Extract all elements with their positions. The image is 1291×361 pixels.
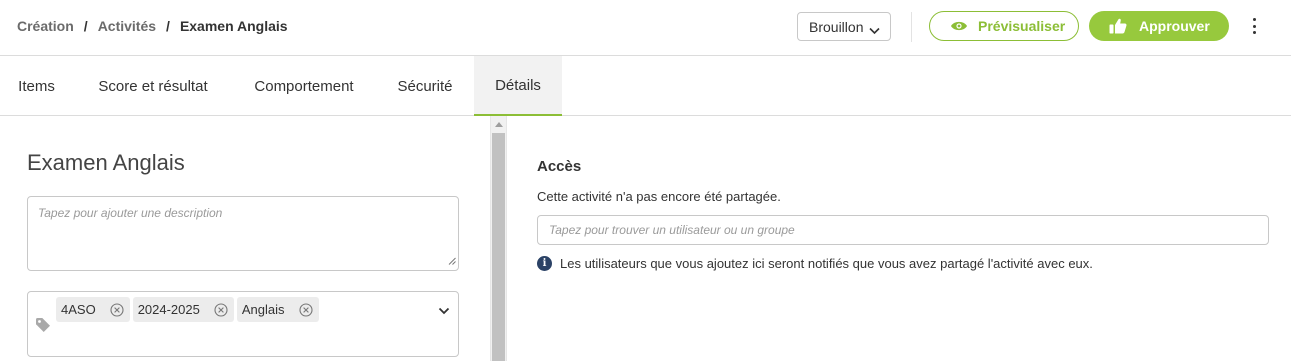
access-info-text: Les utilisateurs que vous ajoutez ici se… — [560, 256, 1093, 271]
tab-items[interactable]: Items — [0, 56, 73, 116]
chevron-down-icon — [869, 22, 880, 38]
tag-list: 4ASO 2024-2025 Anglais — [56, 297, 322, 322]
breadcrumb: Création / Activités / Examen Anglais — [17, 18, 288, 34]
remove-tag-icon[interactable] — [214, 302, 228, 317]
status-dropdown-value: Brouillon — [809, 18, 864, 35]
remove-tag-icon[interactable] — [298, 302, 313, 317]
tab-score-resultat[interactable]: Score et résultat — [73, 56, 233, 116]
preview-button-label: Prévisualiser — [978, 18, 1066, 34]
description-textarea[interactable]: Tapez pour ajouter une description — [27, 196, 459, 271]
details-panel: Examen Anglais Tapez pour ajouter une de… — [0, 116, 490, 361]
activity-title[interactable]: Examen Anglais — [27, 150, 185, 176]
tags-field[interactable]: 4ASO 2024-2025 Anglais — [27, 291, 459, 357]
tab-details[interactable]: Détails — [474, 56, 562, 116]
access-status-text: Cette activité n'a pas encore été partag… — [537, 189, 781, 204]
tag-chip: Anglais — [236, 297, 319, 322]
tag-label: 4ASO — [61, 302, 96, 317]
access-info-message: i Les utilisateurs que vous ajoutez ici … — [537, 256, 1093, 271]
remove-tag-icon[interactable] — [110, 302, 124, 317]
tab-securite-label: Sécurité — [397, 77, 453, 95]
tag-label: Anglais — [241, 302, 285, 317]
header-divider — [911, 12, 912, 42]
vertical-scrollbar[interactable] — [490, 116, 507, 361]
scrollbar-thumb[interactable] — [492, 133, 505, 361]
breadcrumb-separator: / — [83, 18, 88, 34]
tab-score-resultat-label: Score et résultat — [98, 77, 208, 95]
preview-button[interactable]: Prévisualiser — [929, 11, 1079, 41]
tab-bar: Items Score et résultat Comportement Séc… — [0, 56, 1291, 116]
breadcrumb-item-activites[interactable]: Activités — [98, 18, 156, 34]
eye-icon — [950, 20, 968, 32]
user-group-search-input[interactable]: Tapez pour trouver un utilisateur ou un … — [537, 215, 1269, 245]
breadcrumb-item-current: Examen Anglais — [179, 18, 288, 34]
description-placeholder: Tapez pour ajouter une description — [38, 206, 223, 220]
approve-button-label: Approuver — [1139, 18, 1210, 34]
status-dropdown[interactable]: Brouillon — [797, 12, 891, 41]
breadcrumb-item-creation[interactable]: Création — [17, 18, 74, 34]
user-search-placeholder: Tapez pour trouver un utilisateur ou un … — [549, 223, 795, 237]
scroll-up-arrow-icon[interactable] — [495, 122, 503, 127]
thumbs-up-icon — [1109, 18, 1127, 34]
tag-chip: 2024-2025 — [132, 297, 234, 322]
tab-items-label: Items — [18, 77, 55, 95]
tab-comportement-label: Comportement — [254, 77, 354, 95]
access-section-title: Accès — [537, 158, 582, 175]
tab-details-label: Détails — [495, 76, 541, 94]
tab-securite[interactable]: Sécurité — [375, 56, 475, 116]
top-header: Création / Activités / Examen Anglais Br… — [0, 0, 1291, 56]
tag-label: 2024-2025 — [137, 302, 200, 317]
info-icon: i — [537, 256, 552, 271]
chevron-down-icon[interactable] — [438, 302, 450, 320]
tab-comportement[interactable]: Comportement — [233, 56, 375, 116]
breadcrumb-separator: / — [166, 18, 170, 34]
tag-icon — [35, 317, 51, 338]
approve-button[interactable]: Approuver — [1089, 11, 1229, 41]
more-options-icon[interactable] — [1247, 17, 1261, 35]
tag-chip: 4ASO — [56, 297, 130, 322]
resize-handle-icon[interactable] — [448, 254, 456, 268]
